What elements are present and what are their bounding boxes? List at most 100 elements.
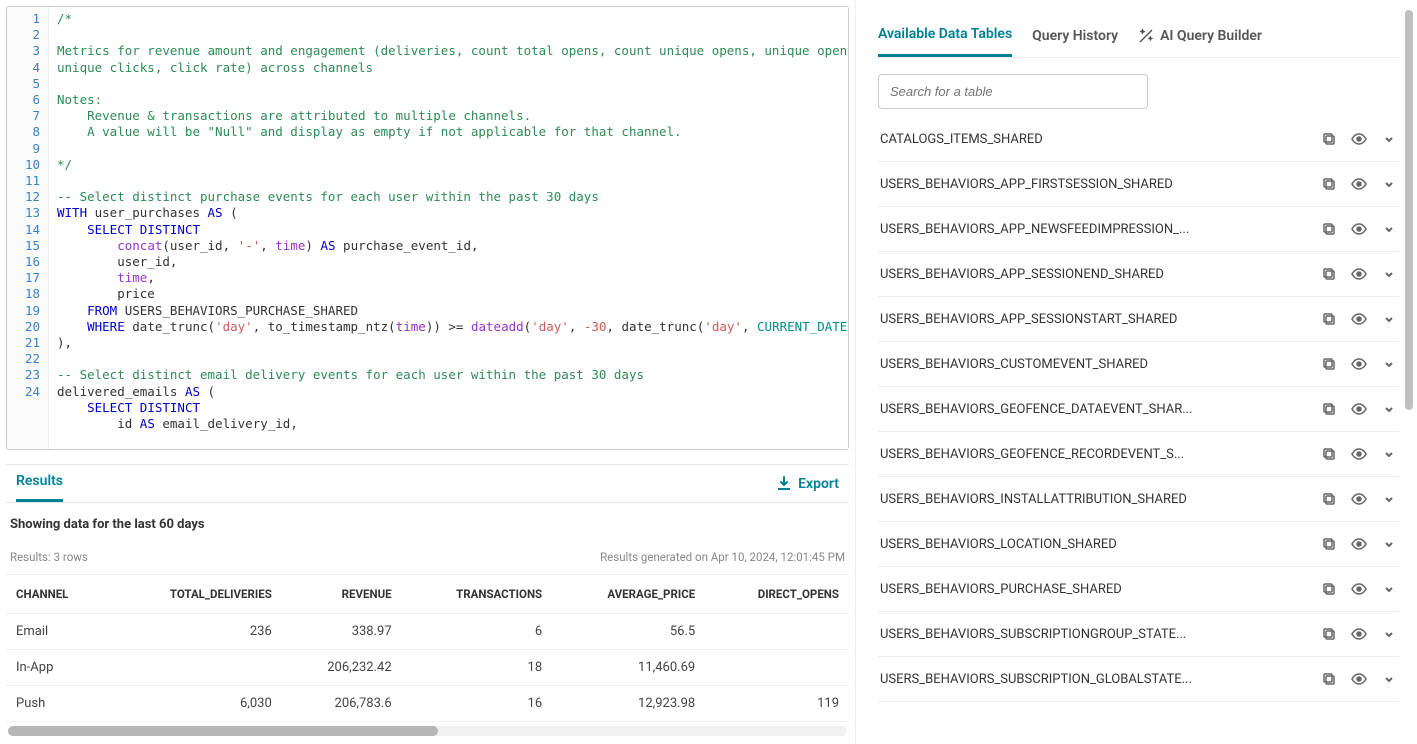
eye-icon[interactable]: [1351, 221, 1367, 237]
data-table-name: USERS_BEHAVIORS_SUBSCRIPTION_GLOBALSTATE…: [880, 672, 1321, 687]
table-row[interactable]: Email236338.97656.5: [6, 614, 849, 650]
data-table-row[interactable]: USERS_BEHAVIORS_APP_NEWSFEEDIMPRESSION_.…: [878, 207, 1399, 252]
column-header[interactable]: REVENUE: [282, 575, 402, 614]
copy-icon[interactable]: [1321, 401, 1337, 417]
copy-icon[interactable]: [1321, 221, 1337, 237]
copy-icon[interactable]: [1321, 446, 1337, 462]
eye-icon[interactable]: [1351, 266, 1367, 282]
data-table-actions: [1321, 581, 1397, 597]
horizontal-scrollbar-thumb[interactable]: [8, 726, 438, 736]
chevron-down-icon[interactable]: [1381, 671, 1397, 687]
data-table-name: CATALOGS_ITEMS_SHARED: [880, 132, 1321, 147]
copy-icon[interactable]: [1321, 356, 1337, 372]
data-table-row[interactable]: CATALOGS_ITEMS_SHARED: [878, 117, 1399, 162]
chevron-down-icon[interactable]: [1381, 221, 1397, 237]
data-table-row[interactable]: USERS_BEHAVIORS_INSTALLATTRIBUTION_SHARE…: [878, 477, 1399, 522]
data-table-row[interactable]: USERS_BEHAVIORS_LOCATION_SHARED: [878, 522, 1399, 567]
chevron-down-icon[interactable]: [1381, 581, 1397, 597]
sql-editor[interactable]: 123456789101112131415161718192021222324 …: [6, 6, 849, 450]
tab-ai-label: AI Query Builder: [1160, 28, 1262, 44]
table-header-row: CHANNELTOTAL_DELIVERIESREVENUETRANSACTIO…: [6, 575, 849, 614]
wand-icon: [1138, 28, 1154, 44]
table-cell: [705, 614, 849, 650]
tab-ai-query-builder[interactable]: AI Query Builder: [1138, 28, 1262, 56]
table-cell: 56.5: [552, 614, 705, 650]
eye-icon[interactable]: [1351, 356, 1367, 372]
copy-icon[interactable]: [1321, 626, 1337, 642]
data-table-actions: [1321, 401, 1397, 417]
data-table-row[interactable]: USERS_BEHAVIORS_SUBSCRIPTION_GLOBALSTATE…: [878, 657, 1399, 702]
copy-icon[interactable]: [1321, 176, 1337, 192]
data-table-row[interactable]: USERS_BEHAVIORS_CUSTOMEVENT_SHARED: [878, 342, 1399, 387]
column-header[interactable]: DIRECT_OPENS: [705, 575, 849, 614]
copy-icon[interactable]: [1321, 266, 1337, 282]
chevron-down-icon[interactable]: [1381, 536, 1397, 552]
column-header[interactable]: CHANNEL: [6, 575, 109, 614]
data-table-actions: [1321, 446, 1397, 462]
eye-icon[interactable]: [1351, 311, 1367, 327]
tab-query-history[interactable]: Query History: [1032, 28, 1118, 56]
chevron-down-icon[interactable]: [1381, 311, 1397, 327]
side-tabs: Available Data Tables Query History AI Q…: [878, 10, 1399, 58]
table-cell: In-App: [6, 650, 109, 686]
column-header[interactable]: AVERAGE_PRICE: [552, 575, 705, 614]
export-button[interactable]: Export: [776, 476, 839, 500]
data-table-row[interactable]: USERS_BEHAVIORS_APP_SESSIONSTART_SHARED: [878, 297, 1399, 342]
table-row[interactable]: In-App206,232.421811,460.69: [6, 650, 849, 686]
eye-icon[interactable]: [1351, 626, 1367, 642]
right-pane: Available Data Tables Query History AI Q…: [855, 0, 1417, 744]
chevron-down-icon[interactable]: [1381, 176, 1397, 192]
table-cell: Push: [6, 686, 109, 722]
results-showing-text: Showing data for the last 60 days: [6, 503, 849, 544]
vertical-scrollbar[interactable]: [1405, 10, 1413, 410]
data-table-name: USERS_BEHAVIORS_LOCATION_SHARED: [880, 537, 1321, 552]
column-header[interactable]: TRANSACTIONS: [402, 575, 552, 614]
copy-icon[interactable]: [1321, 491, 1337, 507]
eye-icon[interactable]: [1351, 401, 1367, 417]
horizontal-scrollbar[interactable]: [8, 726, 847, 736]
copy-icon[interactable]: [1321, 311, 1337, 327]
chevron-down-icon[interactable]: [1381, 491, 1397, 507]
chevron-down-icon[interactable]: [1381, 356, 1397, 372]
data-table-row[interactable]: USERS_BEHAVIORS_APP_FIRSTSESSION_SHARED: [878, 162, 1399, 207]
data-table-row[interactable]: USERS_BEHAVIORS_SUBSCRIPTIONGROUP_STATE.…: [878, 612, 1399, 657]
eye-icon[interactable]: [1351, 491, 1367, 507]
table-row[interactable]: Push6,030206,783.61612,923.98119: [6, 686, 849, 722]
eye-icon[interactable]: [1351, 176, 1367, 192]
data-table-row[interactable]: USERS_BEHAVIORS_GEOFENCE_RECORDEVENT_S..…: [878, 432, 1399, 477]
copy-icon[interactable]: [1321, 581, 1337, 597]
data-table-name: USERS_BEHAVIORS_GEOFENCE_DATAEVENT_SHAR.…: [880, 402, 1321, 417]
column-header[interactable]: TOTAL_DELIVERIES: [109, 575, 282, 614]
copy-icon[interactable]: [1321, 671, 1337, 687]
results-meta: Results: 3 rows Results generated on Apr…: [6, 544, 849, 575]
data-table-row[interactable]: USERS_BEHAVIORS_PURCHASE_SHARED: [878, 567, 1399, 612]
editor-code[interactable]: /* Metrics for revenue amount and engage…: [49, 7, 849, 449]
data-table-name: USERS_BEHAVIORS_CUSTOMEVENT_SHARED: [880, 357, 1321, 372]
copy-icon[interactable]: [1321, 536, 1337, 552]
results-row-count: Results: 3 rows: [10, 550, 88, 564]
chevron-down-icon[interactable]: [1381, 626, 1397, 642]
chevron-down-icon[interactable]: [1381, 401, 1397, 417]
table-list: CATALOGS_ITEMS_SHARED USERS_BEHAVIORS_APP…: [878, 117, 1399, 702]
table-cell: 6: [402, 614, 552, 650]
eye-icon[interactable]: [1351, 581, 1367, 597]
data-table-name: USERS_BEHAVIORS_SUBSCRIPTIONGROUP_STATE.…: [880, 627, 1321, 642]
eye-icon[interactable]: [1351, 671, 1367, 687]
data-table-name: USERS_BEHAVIORS_APP_FIRSTSESSION_SHARED: [880, 177, 1321, 192]
chevron-down-icon[interactable]: [1381, 446, 1397, 462]
chevron-down-icon[interactable]: [1381, 131, 1397, 147]
eye-icon[interactable]: [1351, 446, 1367, 462]
copy-icon[interactable]: [1321, 131, 1337, 147]
table-cell: 11,460.69: [552, 650, 705, 686]
chevron-down-icon[interactable]: [1381, 266, 1397, 282]
tab-results[interactable]: Results: [16, 473, 63, 502]
eye-icon[interactable]: [1351, 131, 1367, 147]
search-input[interactable]: [878, 74, 1148, 109]
data-table-row[interactable]: USERS_BEHAVIORS_GEOFENCE_DATAEVENT_SHAR.…: [878, 387, 1399, 432]
data-table-row[interactable]: USERS_BEHAVIORS_APP_SESSIONEND_SHARED: [878, 252, 1399, 297]
table-cell: [705, 650, 849, 686]
tab-available-tables[interactable]: Available Data Tables: [878, 26, 1012, 57]
data-table-actions: [1321, 221, 1397, 237]
results-table: CHANNELTOTAL_DELIVERIESREVENUETRANSACTIO…: [6, 575, 849, 722]
eye-icon[interactable]: [1351, 536, 1367, 552]
